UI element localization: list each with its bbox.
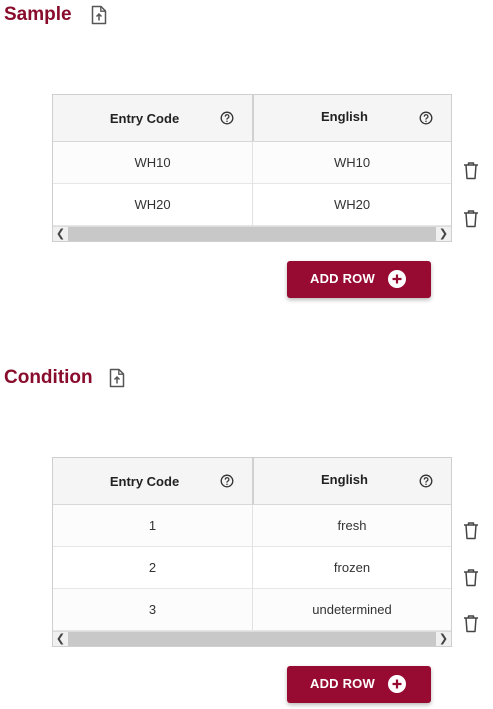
section-title-condition: Condition xyxy=(4,367,93,388)
condition-grid: Entry Code English 1 fresh 2 frozen 3 un… xyxy=(52,457,452,647)
column-header-entry-code[interactable]: Entry Code xyxy=(53,95,252,141)
chevron-left-icon[interactable]: ❮ xyxy=(53,632,68,646)
cell-english[interactable]: fresh xyxy=(252,505,451,546)
chevron-left-icon[interactable]: ❮ xyxy=(53,227,68,241)
cell-english[interactable]: WH20 xyxy=(252,184,451,225)
cell-entry-code[interactable]: 3 xyxy=(53,589,252,630)
add-row-button[interactable]: ADD ROW xyxy=(287,666,431,703)
table-row: WH20 WH20 xyxy=(53,184,451,226)
trash-icon[interactable] xyxy=(463,161,479,180)
trash-icon[interactable] xyxy=(463,521,479,540)
plus-circle-icon xyxy=(388,675,406,693)
add-row-button[interactable]: ADD ROW xyxy=(287,261,431,298)
column-header-english[interactable]: English xyxy=(252,458,451,504)
table-row: 2 frozen xyxy=(53,547,451,589)
cell-english[interactable]: WH10 xyxy=(252,142,451,183)
sample-grid: Entry Code English WH10 WH10 WH20 WH20 ❮… xyxy=(52,94,452,242)
section-title-sample: Sample xyxy=(4,4,72,25)
cell-english[interactable]: undetermined xyxy=(252,589,451,630)
table-row: 3 undetermined xyxy=(53,589,451,631)
cell-entry-code[interactable]: WH10 xyxy=(53,142,252,183)
help-circle-icon[interactable] xyxy=(220,474,234,488)
cell-english[interactable]: frozen xyxy=(252,547,451,588)
cell-entry-code[interactable]: 1 xyxy=(53,505,252,546)
cell-entry-code[interactable]: 2 xyxy=(53,547,252,588)
column-header-entry-code[interactable]: Entry Code xyxy=(53,458,252,504)
column-header-english[interactable]: English xyxy=(252,95,451,141)
chevron-right-icon[interactable]: ❯ xyxy=(436,227,451,241)
grid-header: Entry Code English xyxy=(53,458,451,505)
file-upload-icon[interactable] xyxy=(108,368,126,388)
table-row: 1 fresh xyxy=(53,505,451,547)
plus-circle-icon xyxy=(388,270,406,288)
trash-icon[interactable] xyxy=(463,209,479,228)
help-circle-icon[interactable] xyxy=(220,111,234,125)
grid-header: Entry Code English xyxy=(53,95,451,142)
help-circle-icon[interactable] xyxy=(419,474,433,488)
table-row: WH10 WH10 xyxy=(53,142,451,184)
horizontal-scrollbar[interactable]: ❮ ❯ xyxy=(53,226,451,241)
file-upload-icon[interactable] xyxy=(90,5,108,25)
trash-icon[interactable] xyxy=(463,568,479,587)
chevron-right-icon[interactable]: ❯ xyxy=(436,632,451,646)
cell-entry-code[interactable]: WH20 xyxy=(53,184,252,225)
trash-icon[interactable] xyxy=(463,614,479,633)
help-circle-icon[interactable] xyxy=(419,111,433,125)
horizontal-scrollbar[interactable]: ❮ ❯ xyxy=(53,631,451,646)
